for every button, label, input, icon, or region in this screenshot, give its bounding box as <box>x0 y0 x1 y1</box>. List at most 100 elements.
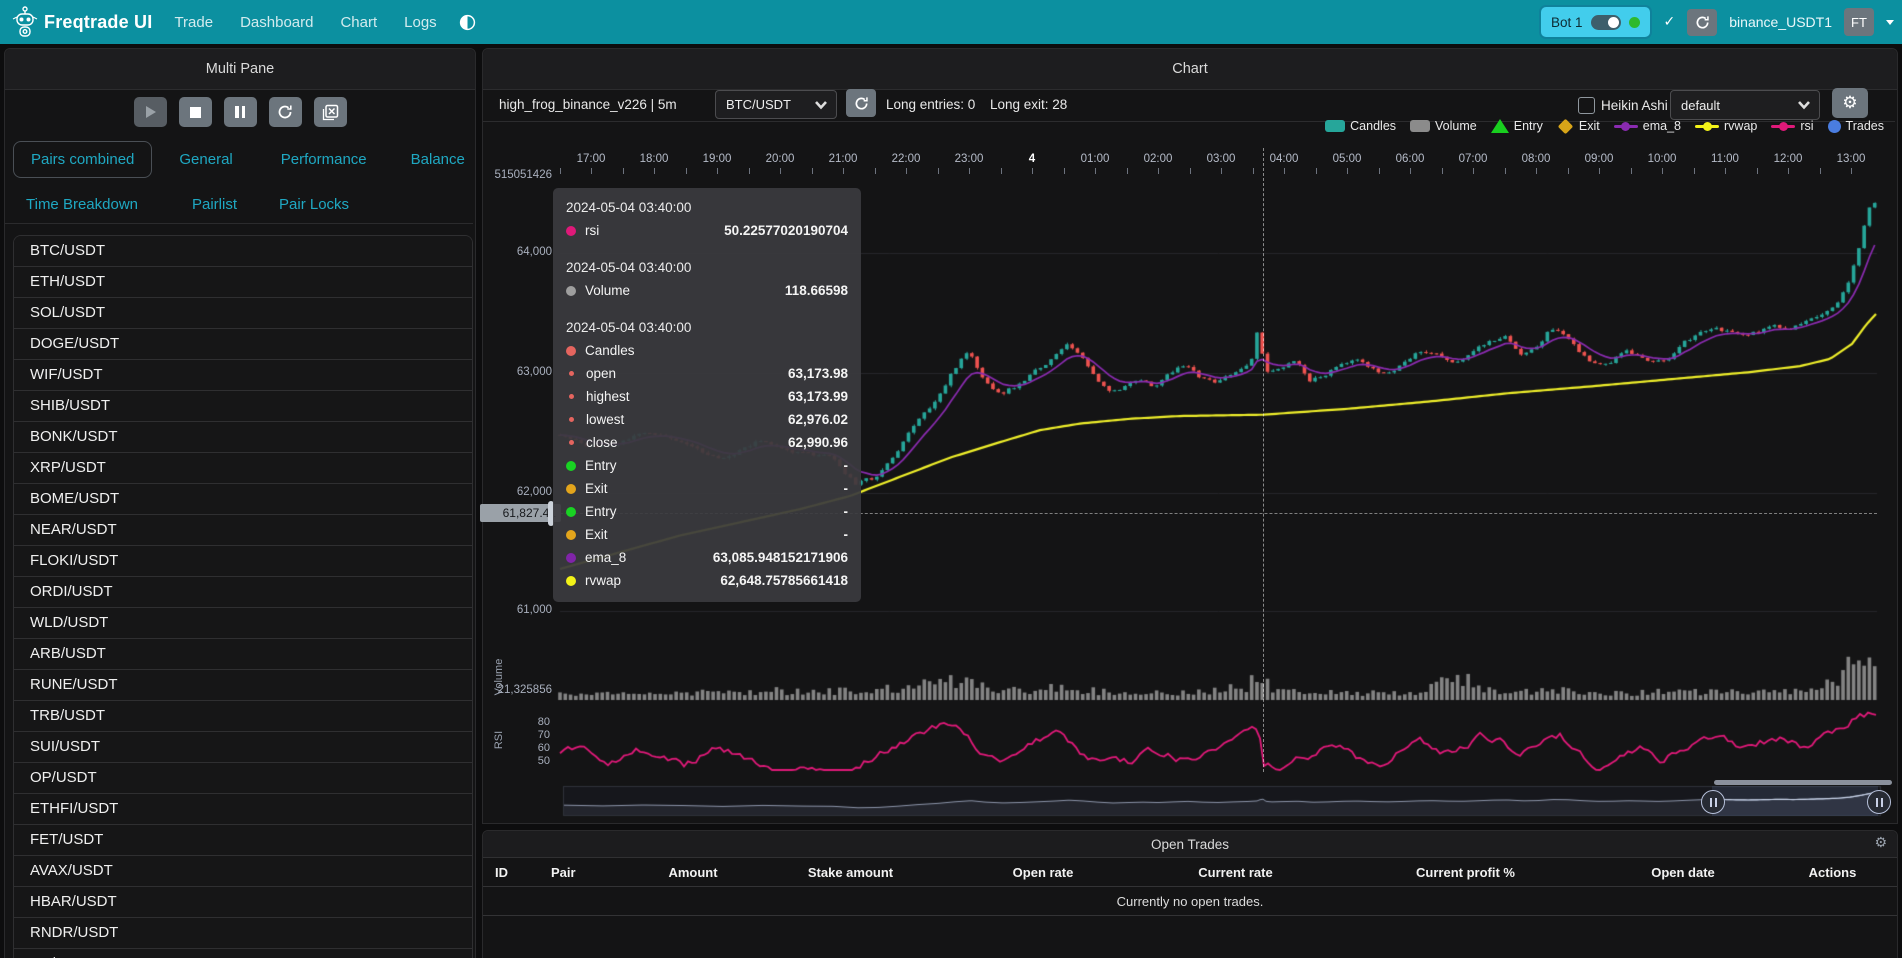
tooltip-date: 2024-05-04 03:40:00 <box>566 256 848 279</box>
col-id[interactable]: ID <box>495 865 551 880</box>
pair-list-item[interactable]: ARB/USDT <box>14 639 472 670</box>
chart-legend: Candles Volume Entry Exit ema_8 rvwap rsi Trade… <box>482 119 1884 133</box>
pair-list-item[interactable]: WLD/USDT <box>14 608 472 639</box>
pair-list-item[interactable]: FLOKI/USDT <box>14 546 472 577</box>
pair-list-item[interactable]: RUNE/USDT <box>14 670 472 701</box>
bot-control-buttons <box>5 97 475 127</box>
user-menu-caret-icon[interactable] <box>1886 20 1894 25</box>
legend-item-exit[interactable]: Exit <box>1557 119 1600 133</box>
user-avatar[interactable]: FT <box>1844 8 1874 36</box>
nav-item-chart[interactable]: Chart <box>340 14 377 31</box>
forget-trades-button[interactable] <box>314 97 347 127</box>
legend-item-trades[interactable]: Trades <box>1828 119 1884 133</box>
Exit-dot-icon <box>566 484 576 494</box>
tab-general[interactable]: General <box>166 142 245 177</box>
table-settings-icon[interactable]: ⚙ <box>1874 835 1887 851</box>
chart-refresh-button[interactable] <box>846 89 876 117</box>
pair-list-item[interactable]: XRP/USDT <box>14 453 472 484</box>
crosshair-vertical <box>1263 148 1264 772</box>
pair-list-item[interactable]: SUI/USDT <box>14 732 472 763</box>
pair-list-item[interactable]: HBAR/USDT <box>14 887 472 918</box>
pair-list-item[interactable]: BONK/USDT <box>14 422 472 453</box>
plot-config-select[interactable]: default <box>1670 90 1820 120</box>
reload-bot-button[interactable] <box>1687 9 1717 36</box>
heikin-ashi-checkbox[interactable] <box>1578 97 1595 114</box>
stop-bot-button[interactable] <box>179 97 212 127</box>
pair-list-item[interactable]: ETHFI/USDT <box>14 794 472 825</box>
tab-pair-locks[interactable]: Pair Locks <box>266 187 362 222</box>
open-trades-header-row: IDPairAmountStake amountOpen rateCurrent… <box>483 858 1897 887</box>
datazoom-selected-range[interactable] <box>1712 786 1878 816</box>
pair-list-item[interactable]: WIF/USDT <box>14 360 472 391</box>
pause-bot-button[interactable] <box>224 97 257 127</box>
datazoom-right-handle[interactable] <box>1867 790 1891 814</box>
legend-item-ema_8[interactable]: ema_8 <box>1614 119 1681 133</box>
tooltip-label: rvwap <box>585 569 621 592</box>
legend-item-candles[interactable]: Candles <box>1325 119 1396 133</box>
tooltip-value: - <box>844 454 849 477</box>
legend-item-rsi[interactable]: rsi <box>1771 119 1813 133</box>
tooltip-date: 2024-05-04 03:40:00 <box>566 316 848 339</box>
pair-list-item[interactable]: AR/USDT <box>14 949 472 958</box>
ema_8-dot-icon <box>566 553 576 563</box>
tooltip-row-ema_8: ema_863,085.948152171906 <box>566 546 848 569</box>
legend-label: Volume <box>1435 119 1477 133</box>
volume-swatch-icon <box>1410 120 1430 132</box>
pair-list-item[interactable]: BOME/USDT <box>14 484 472 515</box>
tab-time-breakdown[interactable]: Time Breakdown <box>13 187 151 222</box>
chart-tooltip: 2024-05-04 03:40:00rsi50.225770201907042… <box>553 188 861 602</box>
nav-item-dashboard[interactable]: Dashboard <box>240 14 313 31</box>
pair-list-item[interactable]: OP/USDT <box>14 763 472 794</box>
datazoom-left-handle[interactable] <box>1701 790 1725 814</box>
highest-dot-icon <box>569 394 574 399</box>
pair-list-item[interactable]: NEAR/USDT <box>14 515 472 546</box>
pair-list-item[interactable]: SHIB/USDT <box>14 391 472 422</box>
open-dot-icon <box>569 371 574 376</box>
tabs-divider <box>5 223 473 224</box>
tab-pairs-combined[interactable]: Pairs combined <box>13 141 152 178</box>
start-bot-button[interactable] <box>134 97 167 127</box>
reload-config-button[interactable] <box>269 97 302 127</box>
col-current-profit-[interactable]: Current profit % <box>1333 865 1598 880</box>
pair-list-item[interactable]: SOL/USDT <box>14 298 472 329</box>
legend-item-volume[interactable]: Volume <box>1410 119 1477 133</box>
col-pair[interactable]: Pair <box>551 865 633 880</box>
pair-list-item[interactable]: ORDI/USDT <box>14 577 472 608</box>
bot-selector[interactable]: Bot 1 <box>1539 5 1652 39</box>
tab-pairlist[interactable]: Pairlist <box>179 187 250 222</box>
col-current-rate[interactable]: Current rate <box>1138 865 1333 880</box>
long-entries-label: Long entries: 0 <box>886 97 975 112</box>
plot-config-value: default <box>1671 98 1797 113</box>
pair-select[interactable]: BTC/USDT <box>715 90 837 119</box>
tooltip-row-open: open63,173.98 <box>566 362 848 385</box>
tab-performance[interactable]: Performance <box>268 142 380 177</box>
legend-item-rvwap[interactable]: rvwap <box>1695 119 1757 133</box>
col-open-date[interactable]: Open date <box>1598 865 1768 880</box>
bot-toggle[interactable] <box>1591 15 1621 30</box>
plot-settings-button[interactable]: ⚙ <box>1832 88 1868 118</box>
pair-list-item[interactable]: FET/USDT <box>14 825 472 856</box>
pair-list-item[interactable]: TRB/USDT <box>14 701 472 732</box>
rsi-dot-icon <box>566 226 576 236</box>
pair-list-item[interactable]: AVAX/USDT <box>14 856 472 887</box>
col-stake-amount[interactable]: Stake amount <box>753 865 948 880</box>
col-amount[interactable]: Amount <box>633 865 753 880</box>
nav-item-logs[interactable]: Logs <box>404 14 437 31</box>
nav-item-trade[interactable]: Trade <box>174 14 213 31</box>
theme-toggle-icon[interactable] <box>459 14 476 31</box>
rsi-line-icon <box>1771 125 1795 128</box>
brand-title: Freqtrade UI <box>44 12 152 33</box>
pane-tabs-row1: Pairs combined General Performance Balan… <box>13 141 478 178</box>
tooltip-label: lowest <box>586 408 624 431</box>
pair-list-item[interactable]: ETH/USDT <box>14 267 472 298</box>
pair-list-item[interactable]: DOGE/USDT <box>14 329 472 360</box>
col-actions[interactable]: Actions <box>1768 865 1897 880</box>
pair-list-item[interactable]: BTC/USDT <box>14 236 472 267</box>
legend-item-entry[interactable]: Entry <box>1491 119 1543 133</box>
stop-icon <box>190 107 201 118</box>
datazoom-scrollbar[interactable] <box>1714 780 1892 785</box>
top-navbar: Freqtrade UI Trade Dashboard Chart Logs … <box>0 0 1902 44</box>
tooltip-row-highest: highest63,173.99 <box>566 385 848 408</box>
pair-list-item[interactable]: RNDR/USDT <box>14 918 472 949</box>
col-open-rate[interactable]: Open rate <box>948 865 1138 880</box>
